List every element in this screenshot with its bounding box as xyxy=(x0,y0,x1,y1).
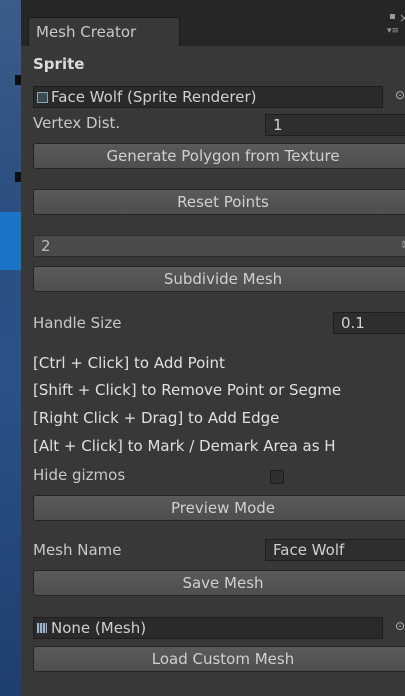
generate-polygon-button[interactable]: Generate Polygon from Texture xyxy=(33,143,405,169)
subdivide-mesh-button[interactable]: Subdivide Mesh xyxy=(33,266,405,292)
window-controls: ▾≡ × xyxy=(387,11,405,36)
vertex-dist-field[interactable]: 1 xyxy=(265,114,405,136)
mesh-object-field[interactable]: None (Mesh) xyxy=(33,617,383,639)
background-highlight xyxy=(0,212,21,270)
sprite-object-value: Face Wolf (Sprite Renderer) xyxy=(51,88,257,106)
sprite-renderer-icon xyxy=(37,92,48,103)
subdivide-dropdown-value: 2 xyxy=(41,237,51,255)
instruction-line: [Right Click + Drag] to Add Edge xyxy=(33,409,280,427)
vertex-dist-label: Vertex Dist. xyxy=(33,114,121,132)
close-icon[interactable]: × xyxy=(399,11,405,25)
section-header-sprite: Sprite xyxy=(33,55,85,73)
instruction-line: [Alt + Click] to Mark / Demark Area as H xyxy=(33,437,336,455)
target-circle-icon[interactable]: ⊙ xyxy=(395,619,405,633)
instruction-line: [Shift + Click] to Remove Point or Segme xyxy=(33,381,342,399)
target-circle-icon[interactable]: ⊙ xyxy=(395,88,405,102)
tab-title: Mesh Creator xyxy=(36,23,137,41)
menu-icon[interactable]: ▾≡ xyxy=(387,26,399,36)
mesh-object-value: None (Mesh) xyxy=(51,619,147,637)
vertex-dist-value: 1 xyxy=(273,116,283,134)
background-desktop-strip xyxy=(0,0,21,696)
mesh-name-value: Face Wolf xyxy=(273,541,345,559)
mesh-icon xyxy=(37,623,47,633)
save-mesh-button[interactable]: Save Mesh xyxy=(33,570,405,596)
tab-mesh-creator[interactable]: Mesh Creator xyxy=(28,17,180,46)
instruction-line: [Ctrl + Click] to Add Point xyxy=(33,354,225,372)
window-titlebar: Mesh Creator ▾≡ × xyxy=(21,0,405,46)
mesh-name-label: Mesh Name xyxy=(33,541,122,559)
subdivide-dropdown[interactable]: 2 ⇕ xyxy=(33,235,405,257)
mesh-creator-window: Mesh Creator ▾≡ × Sprite Face Wolf (Spri… xyxy=(21,0,405,696)
handle-size-field[interactable]: 0.1 xyxy=(333,312,405,334)
hide-gizmos-checkbox[interactable] xyxy=(270,470,284,484)
handle-size-value: 0.1 xyxy=(341,314,365,332)
reset-points-button[interactable]: Reset Points xyxy=(33,189,405,215)
square-icon[interactable] xyxy=(390,14,395,19)
handle-size-label: Handle Size xyxy=(33,314,122,332)
load-custom-mesh-button[interactable]: Load Custom Mesh xyxy=(33,646,405,672)
hide-gizmos-label: Hide gizmos xyxy=(33,466,126,484)
sprite-object-field[interactable]: Face Wolf (Sprite Renderer) xyxy=(33,86,383,108)
mesh-name-field[interactable]: Face Wolf xyxy=(265,539,405,561)
updown-arrows-icon: ⇕ xyxy=(400,236,405,256)
preview-mode-button[interactable]: Preview Mode xyxy=(33,495,405,521)
